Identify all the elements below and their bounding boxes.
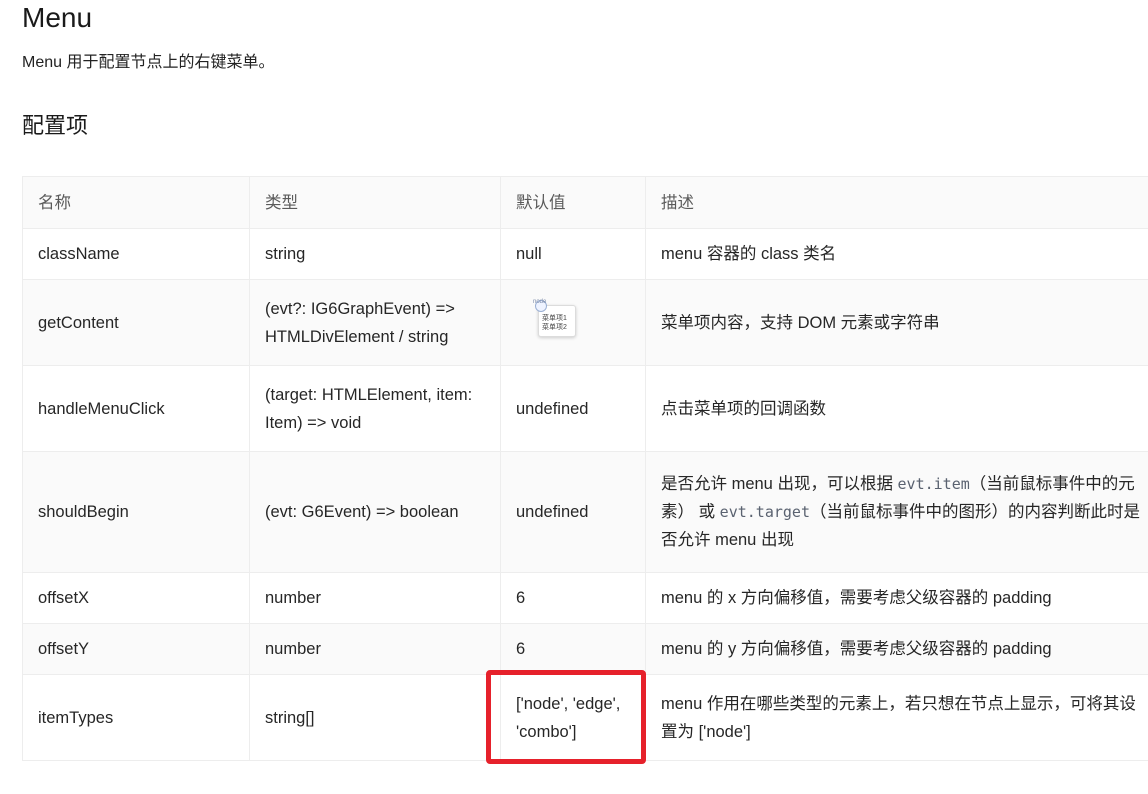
cell-type: string [249,228,501,280]
table-row: itemTypes string[] ['node', 'edge', 'com… [22,674,1148,761]
cell-default: node 菜单项1 菜单项2 [500,279,646,366]
table-header-row: 名称 类型 默认值 描述 [22,176,1148,229]
cell-default: undefined [500,451,646,573]
cell-description: menu 容器的 class 类名 [645,228,1148,280]
inline-code: evt.target [719,503,810,521]
cell-description: 点击菜单项的回调函数 [645,365,1148,452]
cell-default: null [500,228,646,280]
header-type: 类型 [249,176,501,229]
cell-type: (evt: G6Event) => boolean [249,451,501,573]
table-row: offsetY number 6 menu 的 y 方向偏移值，需要考虑父级容器… [22,623,1148,675]
table-row: className string null menu 容器的 class 类名 [22,228,1148,280]
config-table: 名称 类型 默认值 描述 className string null menu … [22,176,1148,761]
cell-description: menu 作用在哪些类型的元素上，若只想在节点上显示，可将其设置为 ['node… [645,674,1148,761]
menu-preview-image: node 菜单项1 菜单项2 [533,299,576,337]
cell-type: (evt?: IG6GraphEvent) => HTMLDivElement … [249,279,501,366]
table-row: offsetX number 6 menu 的 x 方向偏移值，需要考虑父级容器… [22,572,1148,624]
cell-name: handleMenuClick [22,365,250,452]
cell-default: ['node', 'edge', 'combo'] [500,674,646,761]
cell-default: undefined [500,365,646,452]
cell-type: (target: HTMLElement, item: Item) => voi… [249,365,501,452]
table-row: handleMenuClick (target: HTMLElement, it… [22,365,1148,452]
cell-type: number [249,623,501,675]
cell-name: offsetX [22,572,250,624]
cell-description: menu 的 x 方向偏移值，需要考虑父级容器的 padding [645,572,1148,624]
section-heading: 配置项 [22,113,89,138]
cell-default: 6 [500,572,646,624]
desc-text: 是否允许 menu 出现，可以根据 [661,475,898,493]
cell-default: 6 [500,623,646,675]
table-row: getContent (evt?: IG6GraphEvent) => HTML… [22,279,1148,366]
cell-description: 是否允许 menu 出现，可以根据 evt.item（当前鼠标事件中的元素） 或… [645,451,1148,573]
table-row: shouldBegin (evt: G6Event) => boolean un… [22,451,1148,573]
cell-type: number [249,572,501,624]
cell-name: offsetY [22,623,250,675]
cell-name: getContent [22,279,250,366]
thumb-menu-item-1: 菜单项1 [542,315,567,322]
inline-code: evt.item [897,475,970,493]
header-default: 默认值 [500,176,646,229]
page-title: Menu [22,2,93,33]
thumb-node-label: node [533,299,547,305]
cell-name: itemTypes [22,674,250,761]
thumb-menu-item-2: 菜单项2 [542,324,567,331]
cell-description: 菜单项内容，支持 DOM 元素或字符串 [645,279,1148,366]
cell-type: string[] [249,674,501,761]
cell-name: shouldBegin [22,451,250,573]
cell-name: className [22,228,250,280]
cell-description: menu 的 y 方向偏移值，需要考虑父级容器的 padding [645,623,1148,675]
header-description: 描述 [645,176,1148,229]
header-name: 名称 [22,176,250,229]
page-subtitle: Menu 用于配置节点上的右键菜单。 [22,54,275,71]
